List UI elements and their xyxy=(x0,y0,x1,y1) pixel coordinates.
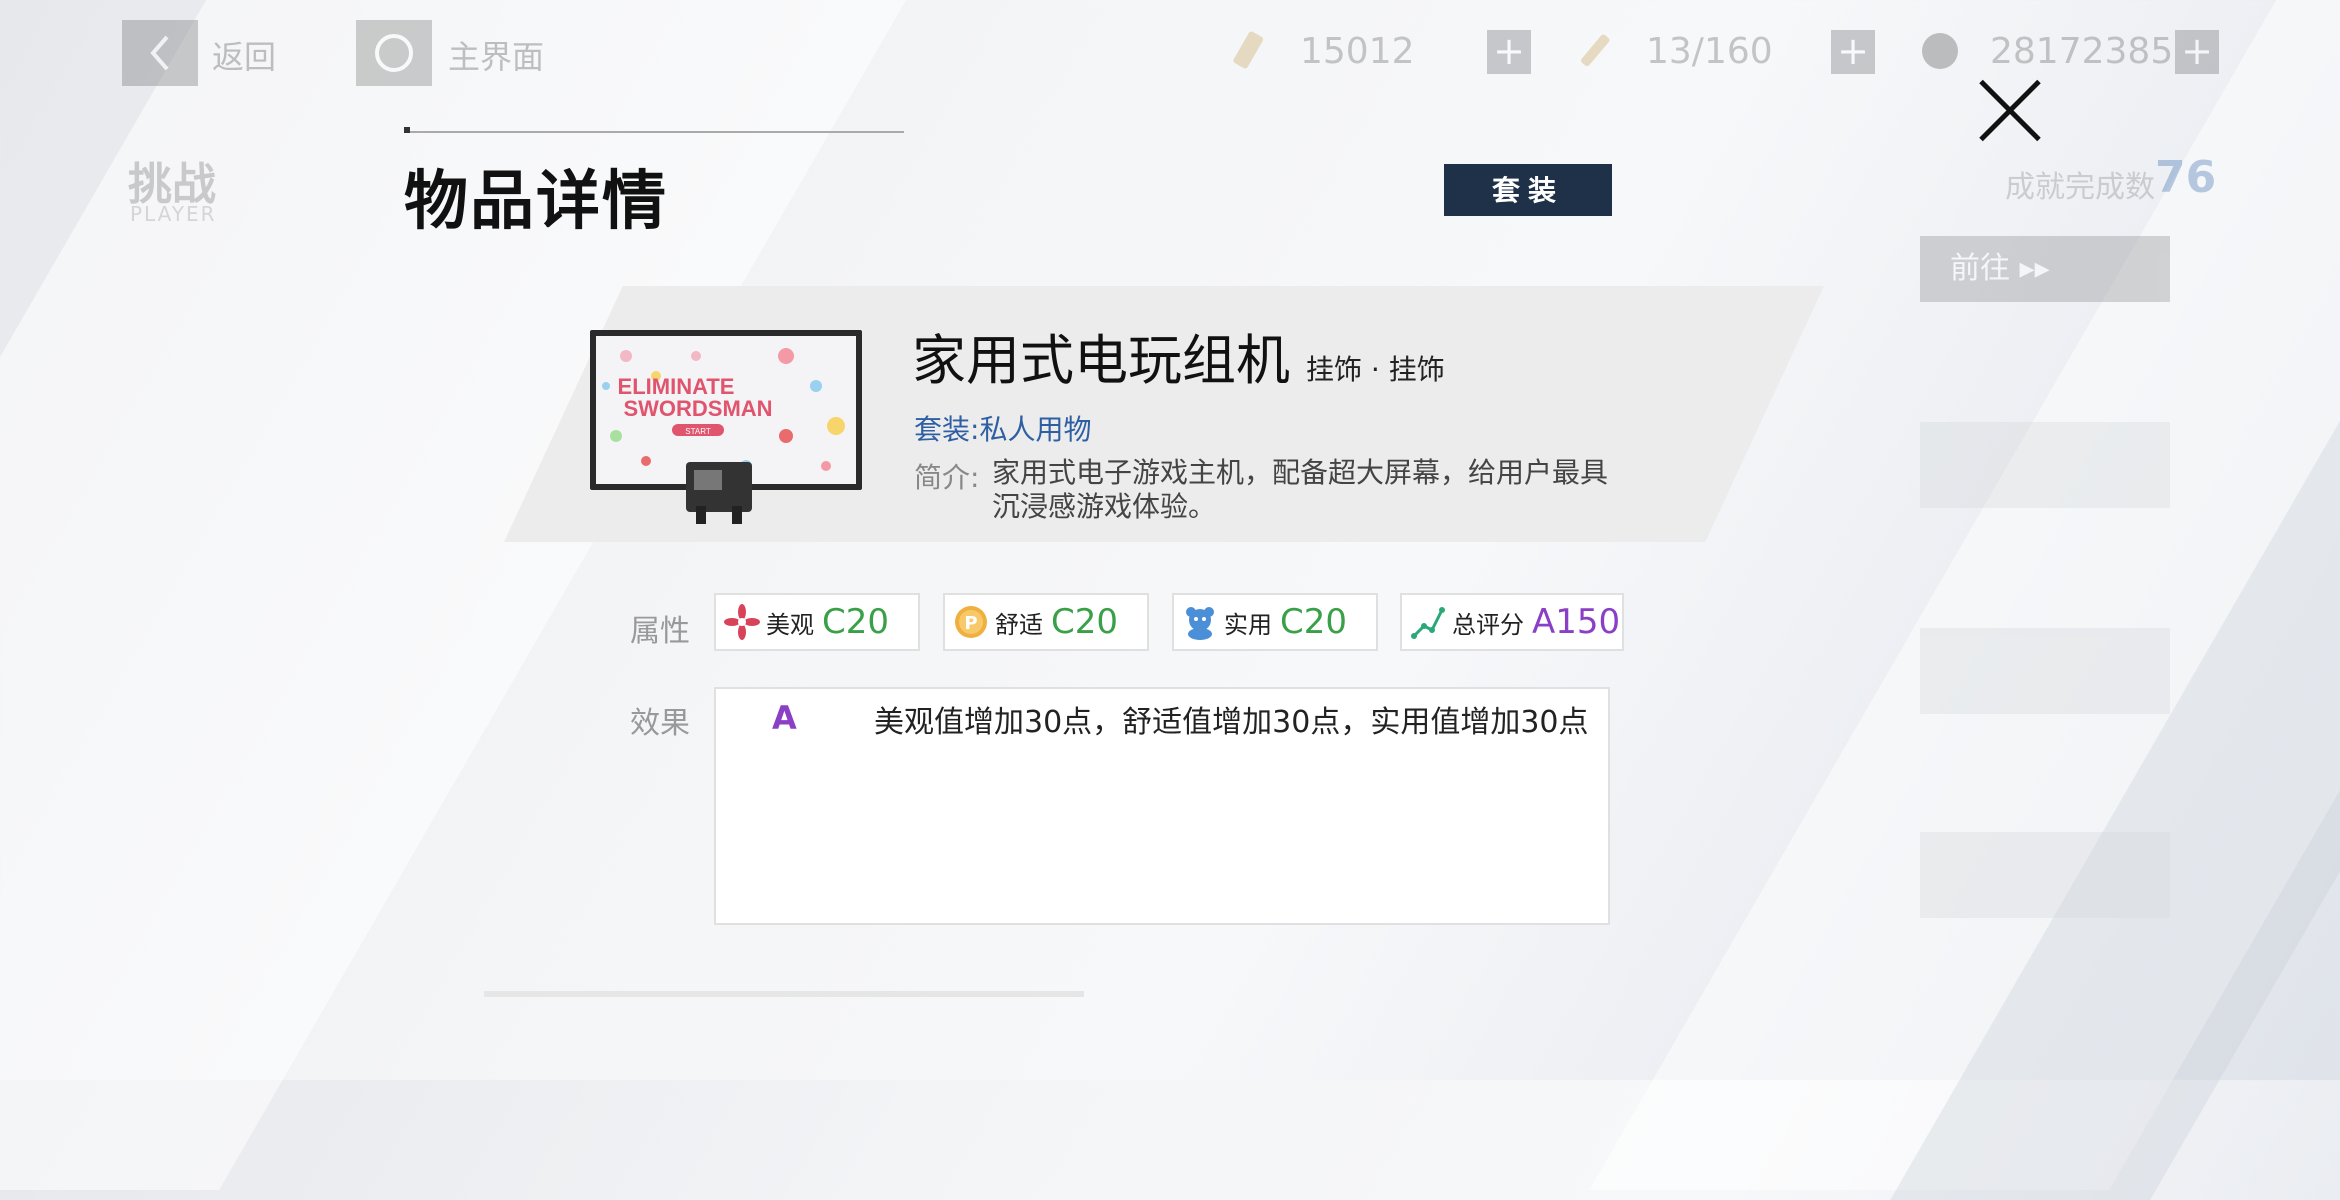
bottom-divider xyxy=(484,991,1084,997)
flower-icon xyxy=(724,604,760,640)
attribute-value: A150 xyxy=(1532,602,1621,642)
item-name-row: 家用式电玩组机 挂饰 · 挂饰 xyxy=(912,316,1445,395)
attribute-total-score: 总评分 A150 xyxy=(1400,593,1624,651)
effect-label: 效果 xyxy=(630,706,690,741)
home-label[interactable]: 主界面 xyxy=(448,32,544,78)
background-card xyxy=(1920,422,2170,508)
background-card xyxy=(1920,628,2170,714)
effect-panel: A 美观值增加30点，舒适值增加30点，实用值增加30点 xyxy=(714,687,1610,925)
resource-coin: 28172385 xyxy=(1920,26,2173,76)
achievement-label: 成就完成数 xyxy=(2005,170,2155,205)
svg-text:P: P xyxy=(964,613,977,634)
home-button[interactable] xyxy=(356,20,432,86)
title-divider xyxy=(404,131,904,133)
attribute-value: C20 xyxy=(822,602,890,642)
effect-grade: A xyxy=(772,699,797,737)
title-marker xyxy=(404,127,410,133)
back-button[interactable] xyxy=(122,20,198,86)
add-stamina-button[interactable]: + xyxy=(1831,30,1875,74)
home-icon xyxy=(375,34,413,72)
bear-icon xyxy=(1186,607,1214,640)
add-coin-button[interactable]: + xyxy=(2175,30,2219,74)
attributes-label: 属性 xyxy=(630,614,690,649)
item-name: 家用式电玩组机 xyxy=(912,329,1290,392)
ticket-icon xyxy=(1233,31,1264,69)
chevron-left-icon xyxy=(150,35,169,71)
screen-text: SWORDSMAN xyxy=(623,396,772,421)
coin-p-icon: P xyxy=(955,606,987,638)
add-ticket-button[interactable]: + xyxy=(1487,30,1531,74)
modal-title: 物品详情 xyxy=(404,165,668,239)
close-icon[interactable] xyxy=(1975,75,2045,145)
screen-text: START xyxy=(685,427,711,436)
achievement-count: 76 xyxy=(2155,152,2217,203)
effect-text: 美观值增加30点，舒适值增加30点，实用值增加30点 xyxy=(874,705,1589,740)
resource-ticket: 15012 xyxy=(1230,26,1415,76)
item-image: ELIMINATE SWORDSMAN START xyxy=(590,330,862,524)
attribute-name: 舒适 xyxy=(995,610,1043,639)
attribute-utility: 实用 C20 xyxy=(1172,593,1378,651)
attribute-value: C20 xyxy=(1051,602,1119,642)
go-button[interactable]: 前往 ▸▸ xyxy=(1920,236,2170,302)
background-card xyxy=(1920,832,2170,918)
set-button[interactable]: 套装 xyxy=(1444,164,1612,216)
resource-value: 15012 xyxy=(1300,30,1415,72)
coin-icon xyxy=(1922,33,1958,69)
resource-stamina: 13/160 xyxy=(1576,26,1773,76)
item-description: 家用式电子游戏主机，配备超大屏幕，给用户最具沉浸感游戏体验。 xyxy=(992,456,1609,523)
resource-value: 13/160 xyxy=(1646,30,1773,72)
stamina-icon xyxy=(1581,34,1610,67)
graph-icon xyxy=(1411,607,1445,639)
attribute-name: 实用 xyxy=(1224,610,1272,639)
item-set-label: 套装: xyxy=(914,413,980,446)
attribute-aesthetics: 美观 C20 xyxy=(714,593,920,651)
attribute-name: 美观 xyxy=(766,610,814,639)
background-subtitle: PLAYER xyxy=(130,202,217,226)
attribute-comfort: P 舒适 C20 xyxy=(943,593,1149,651)
description-label: 简介: xyxy=(914,461,980,494)
item-category: 挂饰 · 挂饰 xyxy=(1306,353,1445,386)
attribute-value: C20 xyxy=(1280,602,1348,642)
item-set-name[interactable]: 私人用物 xyxy=(979,413,1091,446)
resource-value: 28172385 xyxy=(1990,30,2174,72)
back-label[interactable]: 返回 xyxy=(212,32,276,78)
item-set: 套装:私人用物 xyxy=(914,408,1091,448)
attribute-name: 总评分 xyxy=(1452,610,1524,639)
